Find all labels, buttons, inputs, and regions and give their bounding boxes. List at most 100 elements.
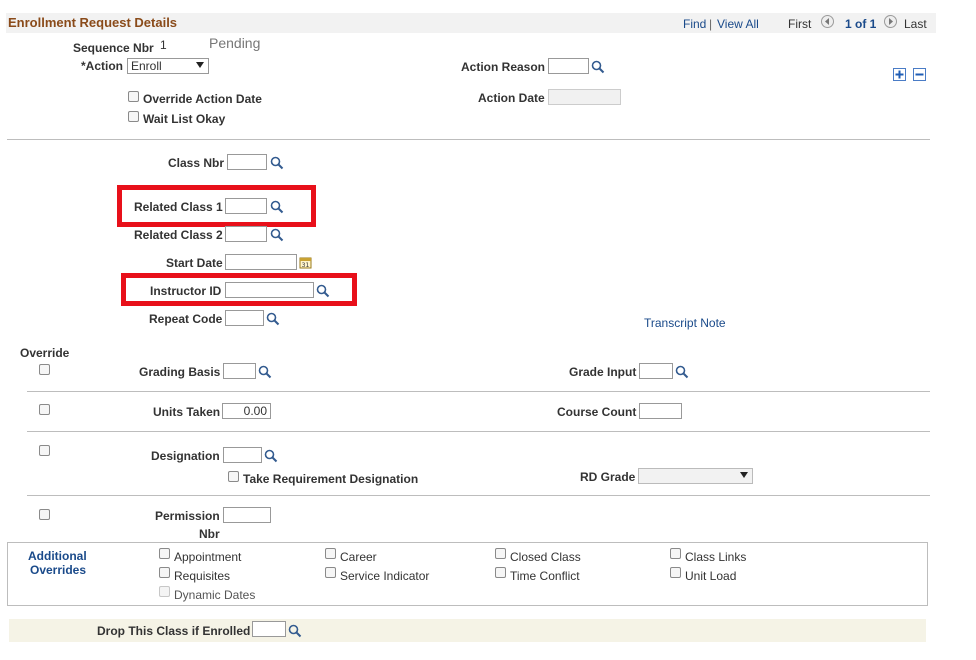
first-label: First — [788, 17, 812, 31]
closed-class-label: Closed Class — [510, 550, 581, 564]
dynamic-dates-label: Dynamic Dates — [174, 588, 256, 602]
search-icon[interactable] — [675, 365, 689, 379]
override-designation-checkbox[interactable] — [39, 445, 50, 456]
sequence-label: Sequence Nbr — [73, 41, 154, 55]
header-separator: | — [709, 17, 713, 31]
action-reason-input[interactable] — [548, 58, 589, 74]
instructor-id-label: Instructor ID — [150, 284, 222, 298]
class-links-checkbox[interactable] — [670, 548, 681, 559]
class-nbr-label: Class Nbr — [168, 156, 225, 170]
career-label: Career — [340, 550, 377, 564]
override-grading-checkbox[interactable] — [39, 364, 50, 375]
last-label: Last — [904, 17, 927, 31]
take-requirement-checkbox[interactable] — [228, 471, 239, 482]
view-all-link[interactable]: View All — [717, 17, 759, 31]
appointment-label: Appointment — [174, 550, 242, 564]
page-title: Enrollment Request Details — [8, 15, 178, 30]
divider — [27, 431, 930, 432]
related-class-2-input[interactable] — [225, 226, 267, 242]
drop-class-input[interactable] — [252, 621, 286, 637]
status-text: Pending — [209, 35, 261, 51]
search-icon[interactable] — [288, 624, 302, 638]
requisites-label: Requisites — [174, 569, 231, 583]
action-label: *Action — [81, 59, 123, 73]
drop-class-label: Drop This Class if Enrolled — [97, 624, 251, 638]
first-arrow-icon[interactable] — [821, 15, 834, 28]
override-units-checkbox[interactable] — [39, 404, 50, 415]
instructor-id-input[interactable] — [225, 282, 314, 298]
units-taken-input[interactable] — [222, 403, 271, 419]
search-icon[interactable] — [270, 200, 284, 214]
last-arrow-icon[interactable] — [884, 15, 897, 28]
permission-nbr-input[interactable] — [223, 507, 271, 523]
override-header: Override — [20, 346, 70, 360]
chevron-down-icon — [196, 62, 204, 68]
time-conflict-checkbox[interactable] — [495, 567, 506, 578]
grade-input-field[interactable] — [639, 363, 673, 379]
search-icon[interactable] — [266, 312, 280, 326]
requisites-checkbox[interactable] — [159, 567, 170, 578]
service-indicator-checkbox[interactable] — [325, 567, 336, 578]
designation-input[interactable] — [223, 447, 262, 463]
appointment-checkbox[interactable] — [159, 548, 170, 559]
action-date-label: Action Date — [478, 91, 545, 105]
override-action-date-checkbox[interactable] — [128, 91, 139, 102]
related-class-2-label: Related Class 2 — [134, 228, 223, 242]
repeat-code-input[interactable] — [225, 310, 264, 326]
transcript-note-link[interactable]: Transcript Note — [644, 316, 726, 330]
additional-overrides-label-1: Additional — [28, 549, 87, 563]
unit-load-label: Unit Load — [685, 569, 737, 583]
career-checkbox[interactable] — [325, 548, 336, 559]
search-icon[interactable] — [270, 156, 284, 170]
svg-text:31: 31 — [302, 262, 310, 269]
calendar-icon[interactable]: 31 — [299, 256, 313, 270]
take-requirement-label: Take Requirement Designation — [243, 472, 419, 486]
search-icon[interactable] — [270, 228, 284, 242]
search-icon[interactable] — [591, 60, 605, 74]
chevron-down-icon — [740, 472, 748, 478]
service-indicator-label: Service Indicator — [340, 569, 430, 583]
row-range: 1 of 1 — [845, 17, 877, 31]
action-select[interactable]: Enroll — [127, 58, 209, 74]
wait-list-checkbox[interactable] — [128, 111, 139, 122]
time-conflict-label: Time Conflict — [510, 569, 580, 583]
override-permission-checkbox[interactable] — [39, 509, 50, 520]
units-taken-label: Units Taken — [153, 405, 221, 419]
action-reason-label: Action Reason — [461, 60, 546, 74]
repeat-code-label: Repeat Code — [149, 312, 223, 326]
grading-basis-label: Grading Basis — [139, 365, 221, 379]
start-date-input[interactable] — [225, 254, 297, 270]
divider — [27, 495, 930, 496]
sequence-value: 1 — [160, 38, 167, 52]
dynamic-dates-checkbox — [159, 586, 170, 597]
divider — [7, 139, 930, 140]
course-count-input[interactable] — [639, 403, 682, 419]
search-icon[interactable] — [316, 284, 330, 298]
permission-nbr-label: Nbr — [199, 527, 220, 541]
grade-input-label: Grade Input — [569, 365, 637, 379]
additional-overrides-box — [7, 542, 928, 606]
grading-basis-input[interactable] — [223, 363, 256, 379]
find-link[interactable]: Find — [683, 17, 706, 31]
course-count-label: Course Count — [557, 405, 637, 419]
additional-overrides-label-2: Overrides — [30, 563, 87, 577]
add-row-icon[interactable] — [893, 68, 906, 81]
delete-row-icon[interactable] — [913, 68, 926, 81]
unit-load-checkbox[interactable] — [670, 567, 681, 578]
action-date-input — [548, 89, 621, 105]
class-links-label: Class Links — [685, 550, 747, 564]
rd-grade-select[interactable] — [638, 468, 753, 484]
search-icon[interactable] — [264, 449, 278, 463]
start-date-label: Start Date — [166, 256, 223, 270]
class-nbr-input[interactable] — [227, 154, 267, 170]
wait-list-label: Wait List Okay — [143, 112, 226, 126]
divider — [27, 391, 930, 392]
action-select-value: Enroll — [131, 59, 162, 73]
rd-grade-label: RD Grade — [580, 470, 636, 484]
designation-label: Designation — [151, 449, 220, 463]
search-icon[interactable] — [258, 365, 272, 379]
related-class-1-label: Related Class 1 — [134, 200, 223, 214]
permission-label: Permission — [155, 509, 220, 523]
closed-class-checkbox[interactable] — [495, 548, 506, 559]
related-class-1-input[interactable] — [225, 198, 267, 214]
